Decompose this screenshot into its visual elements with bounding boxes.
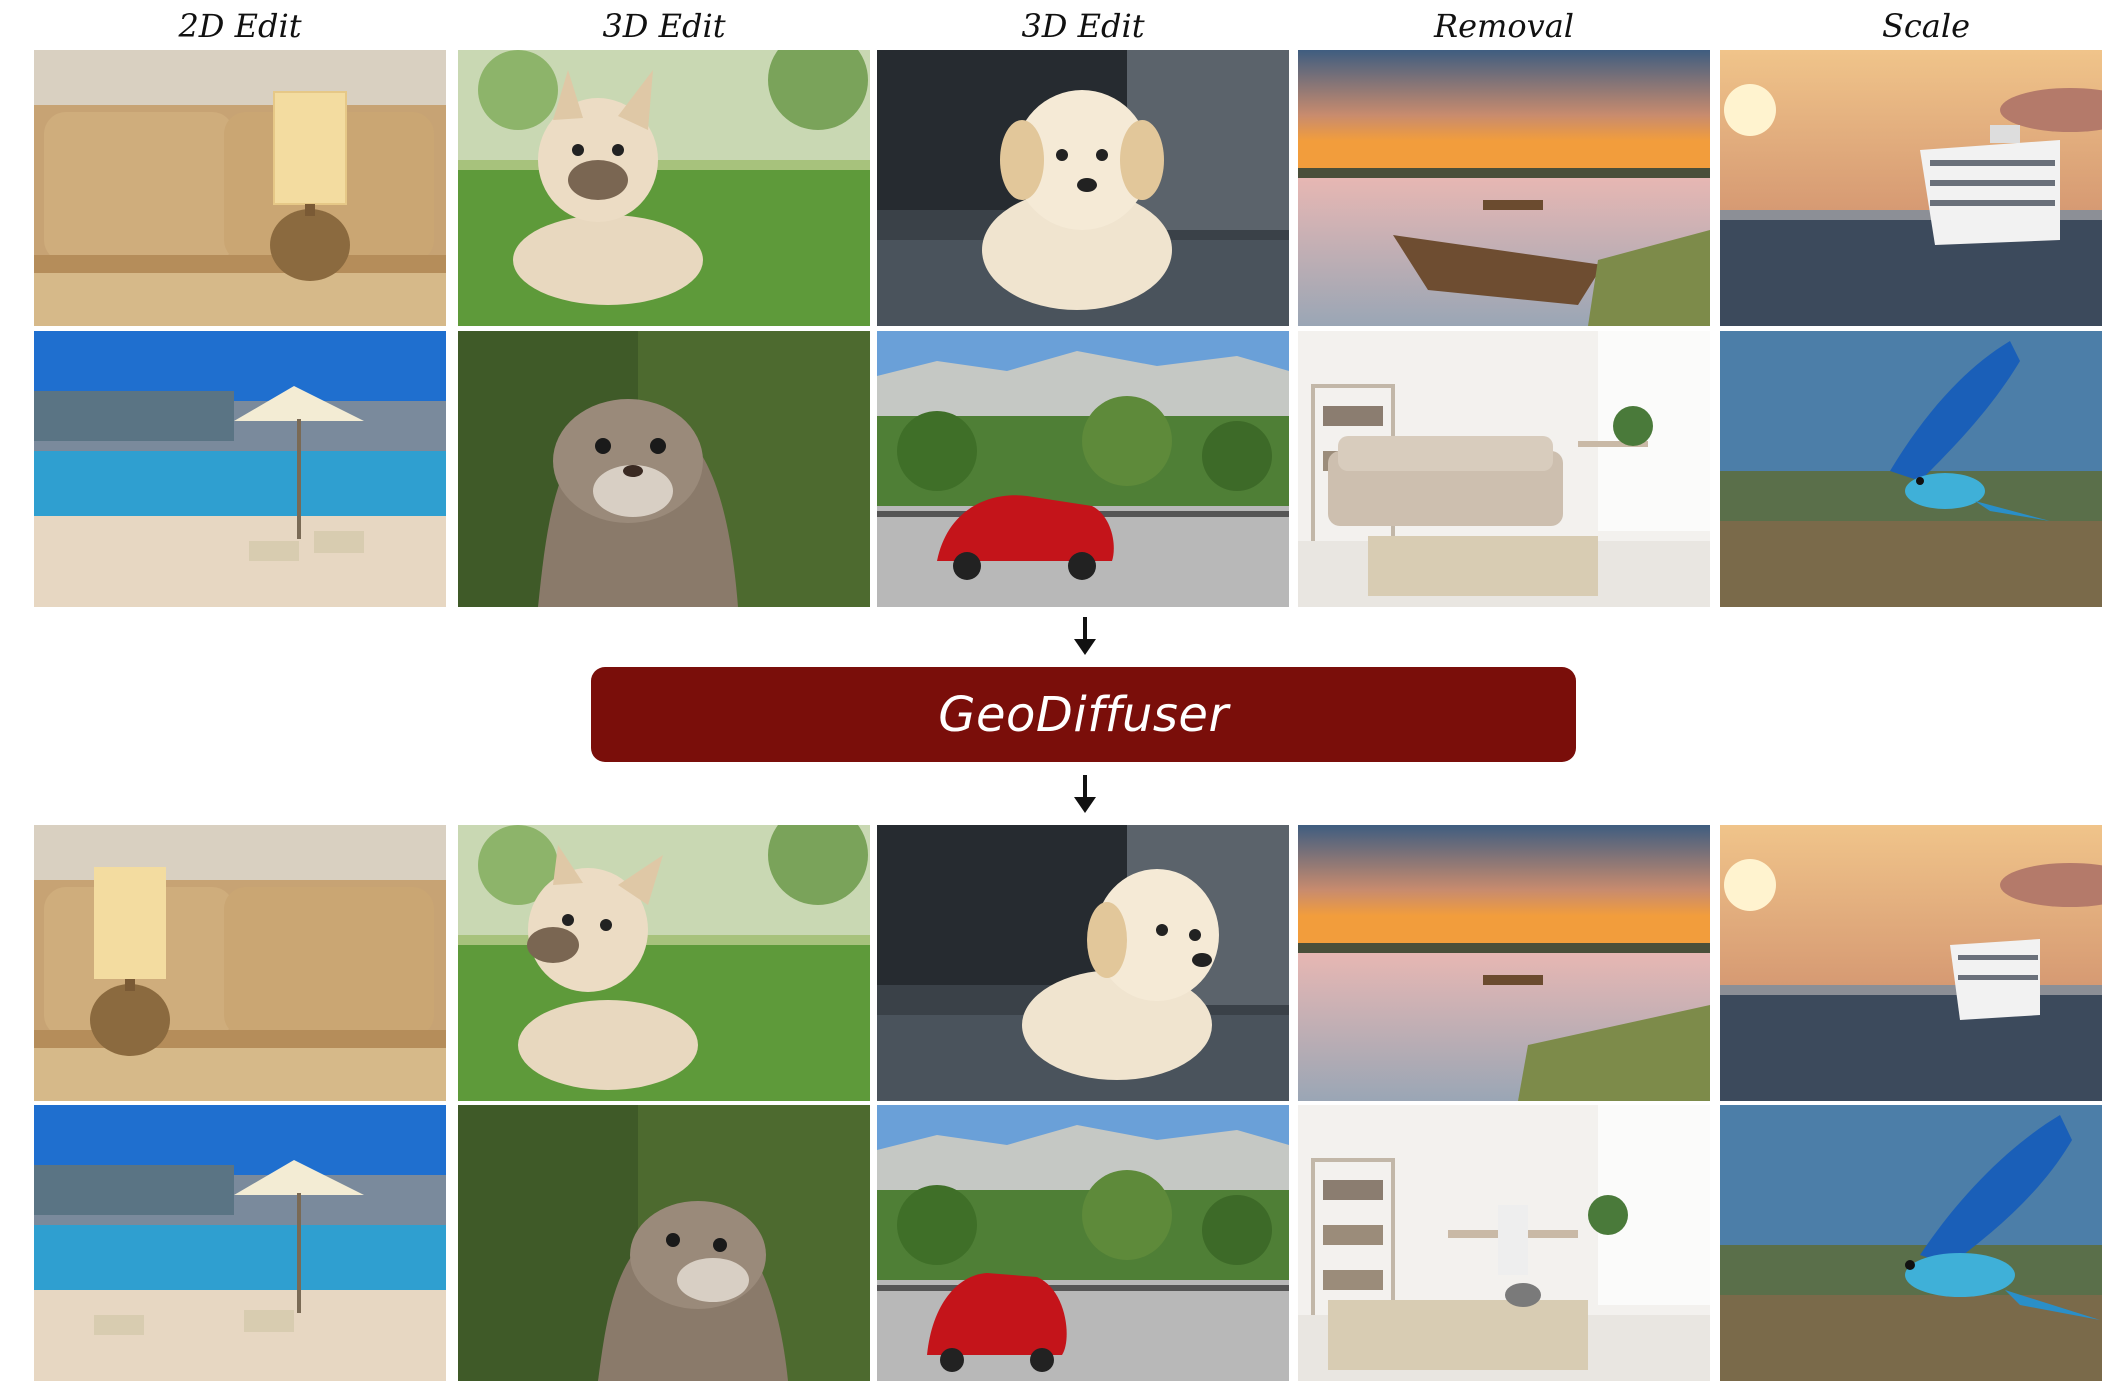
- input-pool-umbrella-photo: [34, 331, 446, 607]
- input-living-room-sofa-photo: [1298, 331, 1710, 607]
- output-living-room-sofa-photo: [1298, 1105, 1710, 1381]
- output-red-car-mountain-photo: [877, 1105, 1289, 1381]
- col-header-2d-edit: 2D Edit: [178, 7, 302, 45]
- col-header-3d-edit-2: 3D Edit: [1021, 7, 1145, 45]
- output-blue-bird-photo: [1720, 1105, 2102, 1381]
- input-french-bulldog-photo: [458, 50, 870, 326]
- col-header-scale: Scale: [1881, 7, 1971, 45]
- output-french-bulldog-photo: [458, 825, 870, 1101]
- input-golden-puppy-photo: [877, 50, 1289, 326]
- output-lake-boats-photo: [1298, 825, 1710, 1101]
- col-header-removal: Removal: [1433, 7, 1575, 45]
- output-cruise-ship-photo: [1720, 825, 2102, 1101]
- model-name: GeoDiffuser: [938, 686, 1229, 743]
- input-blue-bird-photo: [1720, 331, 2102, 607]
- input-lake-boats-photo: [1298, 50, 1710, 326]
- output-lamp-sofa-photo: [34, 825, 446, 1101]
- output-pool-umbrella-photo: [34, 1105, 446, 1381]
- output-otter-photo: [458, 1105, 870, 1381]
- arrow-down-icon: [1071, 617, 1099, 657]
- input-lamp-sofa-photo: [34, 50, 446, 326]
- output-golden-puppy-photo: [877, 825, 1289, 1101]
- input-red-car-mountain-photo: [877, 331, 1289, 607]
- geodiffuser-figure: 2D Edit 3D Edit 3D Edit Removal Scale Ge…: [0, 0, 2102, 1383]
- geodiffuser-banner: GeoDiffuser: [591, 667, 1576, 762]
- input-cruise-ship-photo: [1720, 50, 2102, 326]
- input-otter-photo: [458, 331, 870, 607]
- arrow-down-icon: [1071, 775, 1099, 815]
- col-header-3d-edit-1: 3D Edit: [602, 7, 726, 45]
